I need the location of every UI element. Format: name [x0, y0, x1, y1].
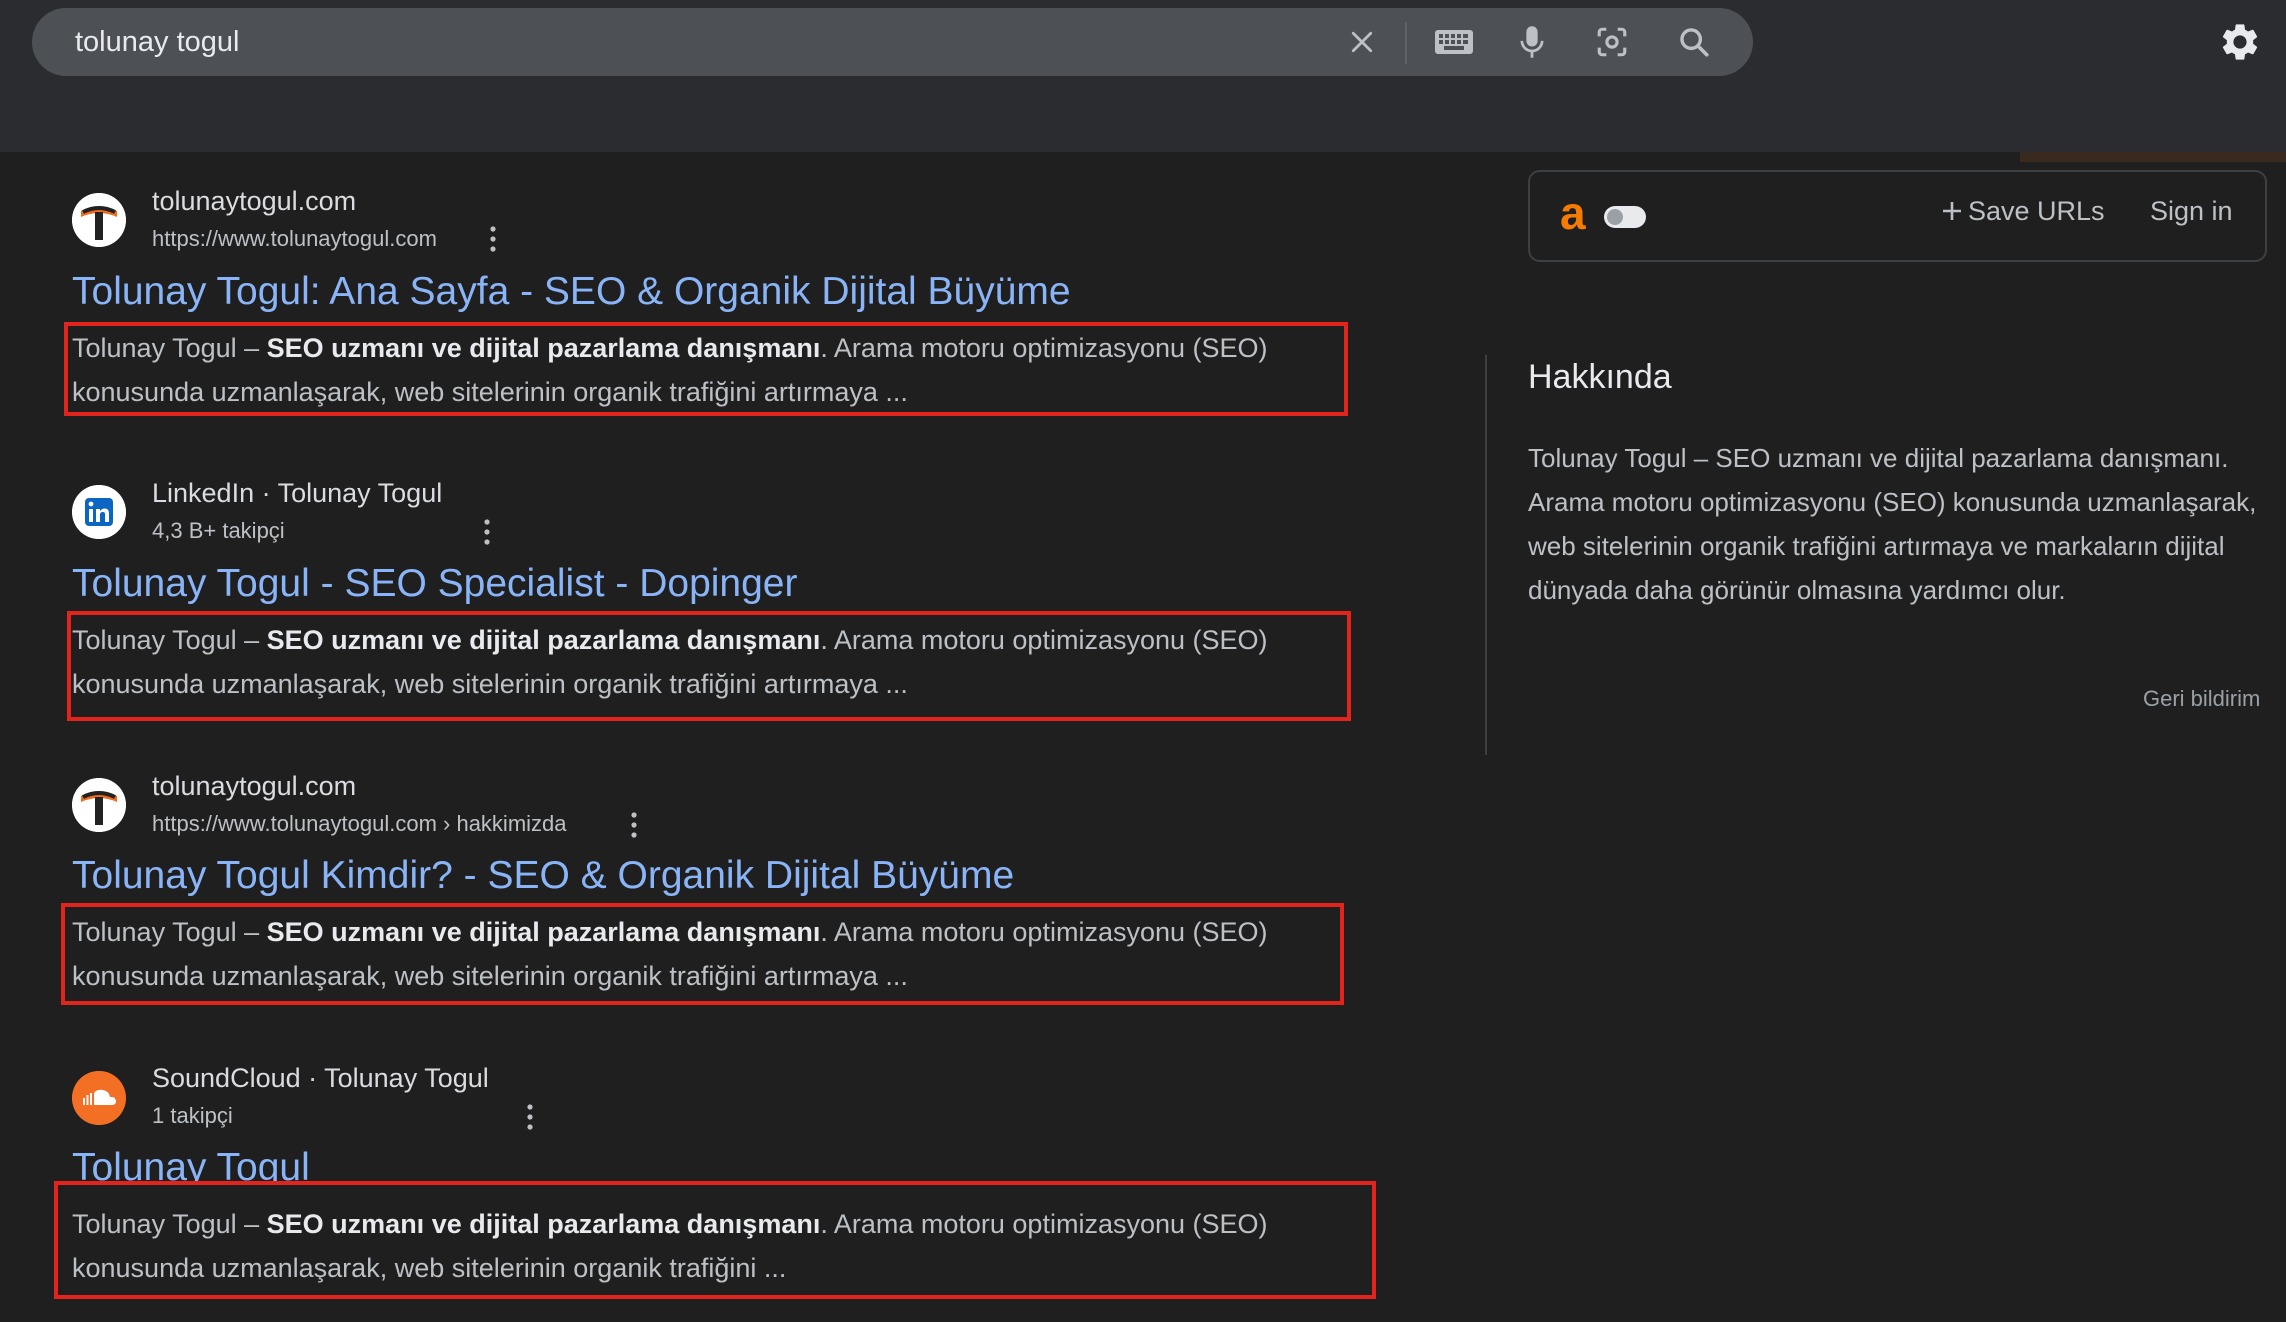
- result-title-link[interactable]: Tolunay Togul - SEO Specialist - Dopinge…: [72, 562, 797, 606]
- result-snippet: Tolunay Togul – SEO uzmanı ve dijital pa…: [72, 326, 1372, 414]
- keyboard-icon[interactable]: [1434, 22, 1474, 62]
- more-options-icon[interactable]: [483, 222, 503, 256]
- feedback-link[interactable]: Geri bildirim: [2143, 686, 2260, 712]
- snippet-bold: SEO uzmanı ve dijital pazarlama danışman…: [266, 1209, 821, 1239]
- linkedin-icon[interactable]: [72, 485, 126, 539]
- extension-logo[interactable]: a: [1560, 186, 1586, 240]
- search-divider: [1405, 22, 1407, 64]
- site-name[interactable]: tolunaytogul.com: [152, 186, 356, 217]
- save-urls-label: Save URLs: [1968, 196, 2105, 226]
- extension-panel: a Save URLs Sign in: [1528, 170, 2267, 262]
- save-urls-button[interactable]: Save URLs: [1940, 196, 2105, 227]
- result-snippet: Tolunay Togul – SEO uzmanı ve dijital pa…: [72, 618, 1372, 706]
- plus-icon: [1943, 202, 1961, 220]
- top-bar-accent: [2020, 152, 2286, 162]
- result-title-link[interactable]: Tolunay Togul Kimdir? - SEO & Organik Di…: [72, 854, 1014, 898]
- more-options-icon[interactable]: [477, 515, 497, 549]
- more-options-icon[interactable]: [520, 1100, 540, 1134]
- snippet-prefix: Tolunay Togul –: [72, 333, 267, 363]
- search-query[interactable]: tolunay togul: [75, 26, 239, 59]
- camera-lens-icon[interactable]: [1592, 22, 1632, 62]
- about-heading: Hakkında: [1528, 358, 1672, 396]
- snippet-prefix: Tolunay Togul –: [72, 917, 267, 947]
- microphone-icon[interactable]: [1512, 22, 1552, 62]
- site-favicon-t-icon[interactable]: [72, 778, 126, 832]
- search-icon[interactable]: [1674, 22, 1714, 62]
- more-options-icon[interactable]: [624, 808, 644, 842]
- about-text: Tolunay Togul – SEO uzmanı ve dijital pa…: [1528, 443, 2257, 605]
- close-icon[interactable]: [1342, 22, 1382, 62]
- site-favicon-t-icon[interactable]: [72, 193, 126, 247]
- soundcloud-icon[interactable]: [72, 1071, 126, 1125]
- snippet-prefix: Tolunay Togul –: [72, 625, 267, 655]
- site-url[interactable]: https://www.tolunaytogul.com: [152, 226, 437, 252]
- gear-icon[interactable]: [2218, 20, 2262, 64]
- extension-toggle[interactable]: [1604, 206, 1646, 228]
- site-name[interactable]: SoundCloud · Tolunay Togul: [152, 1063, 489, 1094]
- snippet-bold: SEO uzmanı ve dijital pazarlama danışman…: [266, 917, 821, 947]
- panel-divider: [1485, 355, 1487, 755]
- result-snippet: Tolunay Togul – SEO uzmanı ve dijital pa…: [72, 1202, 1372, 1290]
- snippet-bold: SEO uzmanı ve dijital pazarlama danışman…: [266, 333, 821, 363]
- site-followers: 4,3 B+ takipçi: [152, 518, 285, 543]
- result-snippet: Tolunay Togul – SEO uzmanı ve dijital pa…: [72, 910, 1372, 998]
- snippet-prefix: Tolunay Togul –: [72, 1209, 267, 1239]
- result-title-link[interactable]: Tolunay Togul: Ana Sayfa - SEO & Organik…: [72, 270, 1071, 314]
- site-name[interactable]: LinkedIn · Tolunay Togul: [152, 478, 442, 509]
- site-name[interactable]: tolunaytogul.com: [152, 771, 356, 802]
- snippet-bold: SEO uzmanı ve dijital pazarlama danışman…: [266, 625, 821, 655]
- sign-in-button[interactable]: Sign in: [2150, 196, 2233, 227]
- site-followers: 1 takipçi: [152, 1103, 233, 1128]
- search-box[interactable]: tolunay togul: [32, 8, 1753, 76]
- site-url[interactable]: https://www.tolunaytogul.com › hakkimizd…: [152, 811, 567, 837]
